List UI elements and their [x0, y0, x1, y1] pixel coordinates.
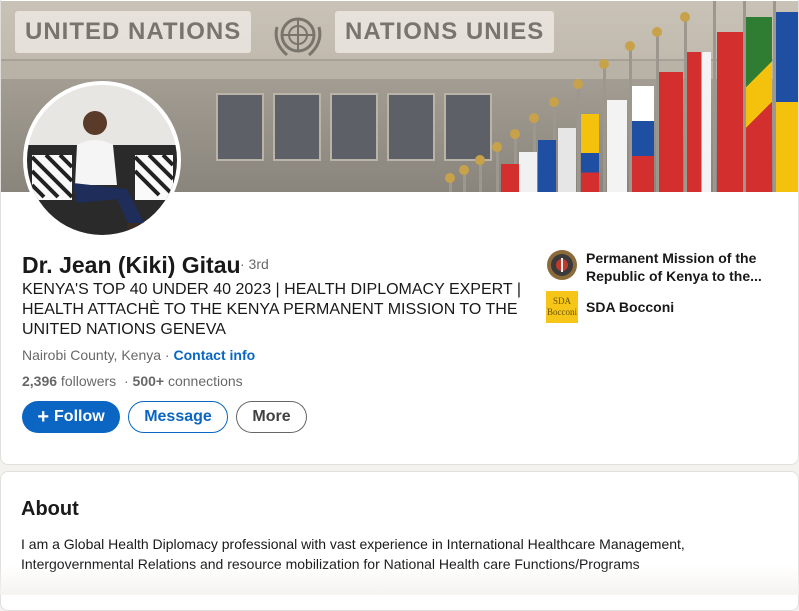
banner-sign-right: NATIONS UNIES: [335, 11, 555, 53]
org-name-kenya-mission: Permanent Mission of the Republic of Ken…: [586, 250, 762, 284]
connection-degree: · 3rd: [240, 256, 269, 272]
connections-count[interactable]: 500+: [133, 373, 165, 389]
about-title: About: [21, 498, 79, 520]
un-emblem-icon: [274, 17, 322, 57]
plus-icon: +: [37, 406, 50, 428]
org-item-sda-bocconi[interactable]: SDA Bocconi SDA Bocconi: [546, 291, 776, 323]
profile-location: Nairobi County, Kenya: [22, 347, 162, 363]
banner-sign-left: UNITED NATIONS: [15, 11, 252, 53]
more-button[interactable]: More: [236, 401, 307, 433]
profile-headline: KENYA'S TOP 40 UNDER 40 2023 | HEALTH DI…: [22, 281, 521, 338]
avatar-photo: [27, 85, 177, 235]
profile-stats: 2,396 followers · 500+ connections: [22, 373, 243, 389]
profile-name: Dr. Jean (Kiki) Gitau: [22, 252, 241, 278]
followers-label: followers: [57, 373, 117, 389]
stats-separator: ·: [116, 373, 133, 389]
bottom-fade: [0, 565, 799, 595]
message-button[interactable]: Message: [128, 401, 228, 433]
sda-bocconi-logo: SDA Bocconi: [546, 291, 578, 323]
profile-location-line: Nairobi County, Kenya · Contact info: [22, 347, 255, 363]
follow-label: Follow: [54, 408, 105, 425]
follow-button[interactable]: + Follow: [22, 401, 120, 433]
kenya-coat-of-arms-icon: [547, 250, 577, 280]
org-item-kenya-mission[interactable]: Permanent Mission of the Republic of Ken…: [546, 249, 776, 285]
profile-avatar[interactable]: [23, 81, 181, 239]
org-name-sda-bocconi: SDA Bocconi: [586, 299, 675, 315]
location-separator: ·: [161, 347, 174, 363]
connections-label: connections: [164, 373, 243, 389]
profile-card: UNITED NATIONS NATIONS UNIES Dr. Jean (K…: [0, 0, 799, 465]
contact-info-link[interactable]: Contact info: [174, 347, 256, 363]
followers-count: 2,396: [22, 373, 58, 389]
